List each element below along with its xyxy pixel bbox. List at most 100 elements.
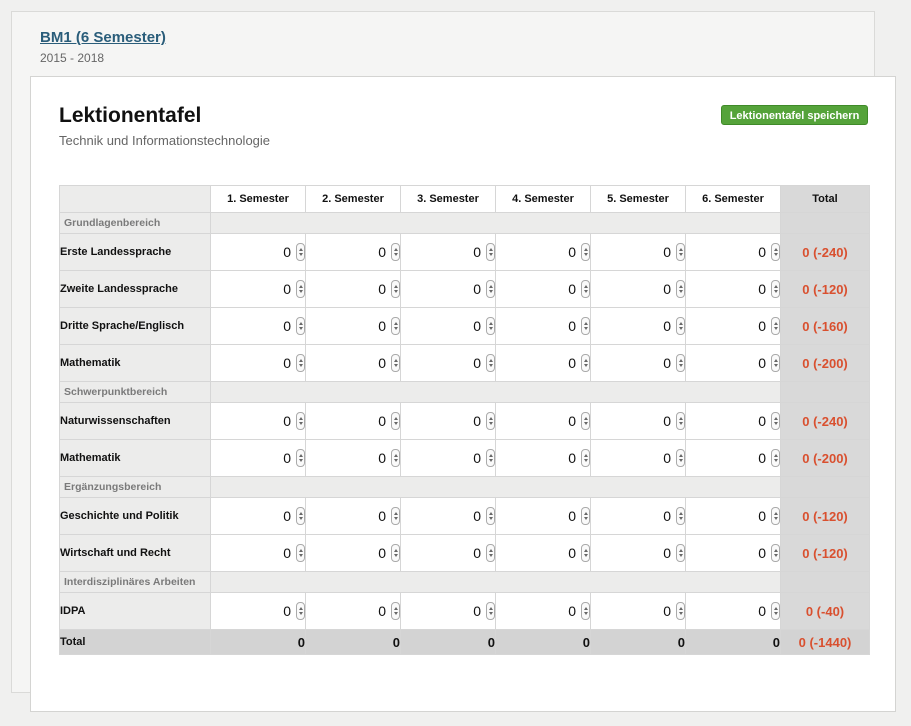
stepper-down-arrow-icon[interactable] [774, 289, 778, 293]
stepper-down-arrow-icon[interactable] [394, 458, 398, 462]
stepper-down-arrow-icon[interactable] [489, 326, 493, 330]
lesson-input-cell[interactable]: 0 [495, 307, 591, 345]
lesson-input-cell[interactable]: 0 [210, 402, 306, 440]
stepper-down-arrow-icon[interactable] [489, 252, 493, 256]
lesson-value[interactable]: 0 [378, 545, 386, 561]
stepper-up-arrow-icon[interactable] [489, 321, 493, 325]
number-stepper-icon[interactable] [581, 242, 590, 261]
stepper-down-arrow-icon[interactable] [774, 421, 778, 425]
lesson-input-cell[interactable]: 0 [495, 534, 591, 572]
lesson-input-cell[interactable]: 0 [685, 344, 781, 382]
stepper-up-arrow-icon[interactable] [489, 511, 493, 515]
lesson-value[interactable]: 0 [568, 450, 576, 466]
stepper-down-arrow-icon[interactable] [299, 363, 303, 367]
lesson-input-cell[interactable]: 0 [305, 344, 401, 382]
stepper-up-arrow-icon[interactable] [394, 606, 398, 610]
lesson-input-cell[interactable]: 0 [685, 307, 781, 345]
number-stepper-icon[interactable] [771, 279, 780, 298]
stepper-down-arrow-icon[interactable] [584, 516, 588, 520]
stepper-up-arrow-icon[interactable] [584, 416, 588, 420]
lesson-input-cell[interactable]: 0 [685, 270, 781, 308]
stepper-down-arrow-icon[interactable] [394, 611, 398, 615]
lesson-input-cell[interactable]: 0 [400, 592, 496, 630]
lesson-value[interactable]: 0 [568, 355, 576, 371]
stepper-up-arrow-icon[interactable] [584, 548, 588, 552]
number-stepper-icon[interactable] [296, 506, 305, 525]
stepper-down-arrow-icon[interactable] [679, 326, 683, 330]
number-stepper-icon[interactable] [581, 316, 590, 335]
number-stepper-icon[interactable] [771, 242, 780, 261]
number-stepper-icon[interactable] [391, 353, 400, 372]
number-stepper-icon[interactable] [676, 506, 685, 525]
stepper-down-arrow-icon[interactable] [394, 421, 398, 425]
lesson-value[interactable]: 0 [758, 545, 766, 561]
lesson-value[interactable]: 0 [283, 281, 291, 297]
lesson-value[interactable]: 0 [758, 355, 766, 371]
stepper-down-arrow-icon[interactable] [489, 421, 493, 425]
lesson-value[interactable]: 0 [663, 508, 671, 524]
lesson-value[interactable]: 0 [473, 603, 481, 619]
number-stepper-icon[interactable] [581, 411, 590, 430]
lesson-value[interactable]: 0 [663, 244, 671, 260]
stepper-down-arrow-icon[interactable] [489, 553, 493, 557]
lesson-input-cell[interactable]: 0 [590, 497, 686, 535]
number-stepper-icon[interactable] [391, 279, 400, 298]
stepper-up-arrow-icon[interactable] [489, 548, 493, 552]
lesson-input-cell[interactable]: 0 [685, 402, 781, 440]
lesson-value[interactable]: 0 [378, 281, 386, 297]
stepper-down-arrow-icon[interactable] [584, 363, 588, 367]
stepper-up-arrow-icon[interactable] [679, 247, 683, 251]
number-stepper-icon[interactable] [296, 543, 305, 562]
lesson-input-cell[interactable]: 0 [400, 233, 496, 271]
lesson-value[interactable]: 0 [663, 355, 671, 371]
stepper-down-arrow-icon[interactable] [394, 252, 398, 256]
stepper-up-arrow-icon[interactable] [679, 358, 683, 362]
stepper-down-arrow-icon[interactable] [774, 363, 778, 367]
lesson-value[interactable]: 0 [568, 508, 576, 524]
stepper-up-arrow-icon[interactable] [299, 358, 303, 362]
number-stepper-icon[interactable] [486, 242, 495, 261]
stepper-up-arrow-icon[interactable] [774, 247, 778, 251]
lesson-value[interactable]: 0 [473, 281, 481, 297]
lesson-input-cell[interactable]: 0 [590, 534, 686, 572]
lesson-input-cell[interactable]: 0 [305, 270, 401, 308]
stepper-down-arrow-icon[interactable] [774, 611, 778, 615]
lesson-input-cell[interactable]: 0 [400, 534, 496, 572]
number-stepper-icon[interactable] [771, 316, 780, 335]
lesson-input-cell[interactable]: 0 [210, 592, 306, 630]
number-stepper-icon[interactable] [296, 448, 305, 467]
lesson-value[interactable]: 0 [758, 318, 766, 334]
lesson-value[interactable]: 0 [663, 413, 671, 429]
lesson-value[interactable]: 0 [473, 355, 481, 371]
lesson-input-cell[interactable]: 0 [590, 344, 686, 382]
number-stepper-icon[interactable] [296, 316, 305, 335]
stepper-down-arrow-icon[interactable] [394, 516, 398, 520]
stepper-up-arrow-icon[interactable] [299, 606, 303, 610]
lesson-value[interactable]: 0 [568, 281, 576, 297]
stepper-up-arrow-icon[interactable] [584, 453, 588, 457]
lesson-input-cell[interactable]: 0 [590, 233, 686, 271]
number-stepper-icon[interactable] [391, 242, 400, 261]
number-stepper-icon[interactable] [486, 448, 495, 467]
lesson-input-cell[interactable]: 0 [590, 402, 686, 440]
lesson-value[interactable]: 0 [663, 318, 671, 334]
lesson-value[interactable]: 0 [473, 318, 481, 334]
stepper-down-arrow-icon[interactable] [299, 458, 303, 462]
lesson-input-cell[interactable]: 0 [400, 402, 496, 440]
number-stepper-icon[interactable] [676, 353, 685, 372]
stepper-up-arrow-icon[interactable] [299, 548, 303, 552]
stepper-down-arrow-icon[interactable] [489, 611, 493, 615]
stepper-down-arrow-icon[interactable] [774, 553, 778, 557]
stepper-down-arrow-icon[interactable] [299, 289, 303, 293]
stepper-down-arrow-icon[interactable] [774, 326, 778, 330]
stepper-down-arrow-icon[interactable] [584, 553, 588, 557]
lesson-value[interactable]: 0 [663, 603, 671, 619]
stepper-down-arrow-icon[interactable] [489, 289, 493, 293]
number-stepper-icon[interactable] [296, 279, 305, 298]
stepper-up-arrow-icon[interactable] [774, 548, 778, 552]
lesson-value[interactable]: 0 [663, 281, 671, 297]
stepper-up-arrow-icon[interactable] [679, 416, 683, 420]
lesson-input-cell[interactable]: 0 [495, 592, 591, 630]
lesson-value[interactable]: 0 [758, 450, 766, 466]
number-stepper-icon[interactable] [486, 543, 495, 562]
